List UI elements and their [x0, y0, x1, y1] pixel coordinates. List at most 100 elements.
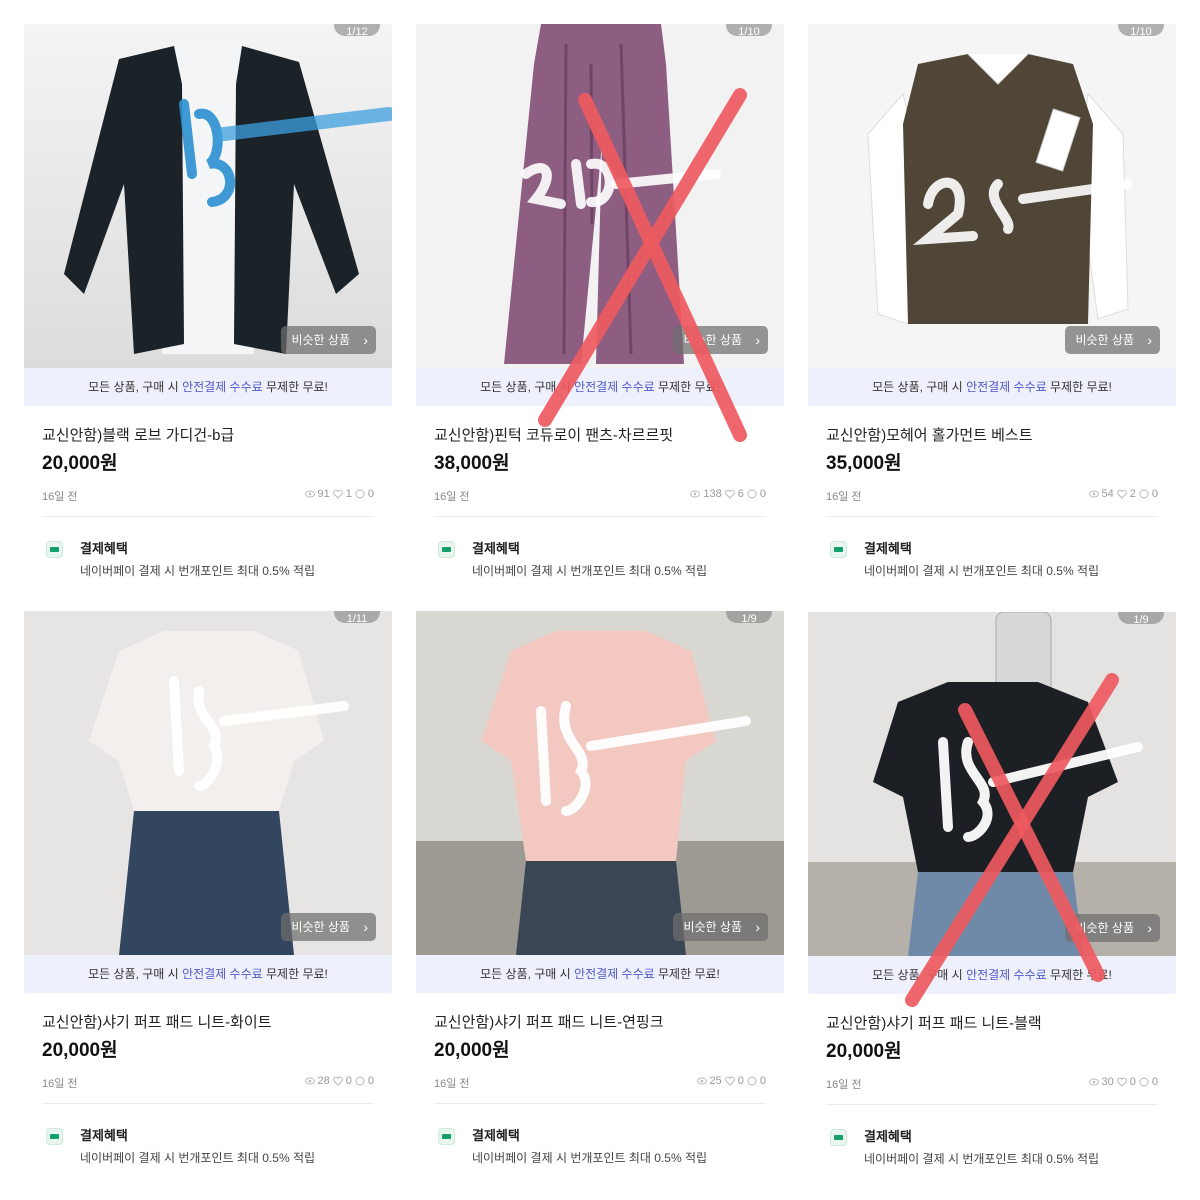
- chat-icon: [747, 489, 757, 499]
- similar-products-button[interactable]: 비슷한 상품 ›: [673, 326, 768, 354]
- divider: [42, 516, 374, 517]
- like-count: 0: [345, 1075, 352, 1087]
- product-stats: 28 0 0: [304, 1075, 374, 1087]
- product-image[interactable]: 1/9 비슷한 상품 ›: [416, 611, 784, 955]
- chevron-right-icon: ›: [1147, 332, 1152, 348]
- view-count: 25: [709, 1075, 722, 1087]
- similar-products-button[interactable]: 비슷한 상품 ›: [673, 913, 768, 941]
- eye-icon: [1088, 490, 1099, 498]
- product-title[interactable]: 교신안함)모헤어 홀가먼트 베스트: [826, 424, 1033, 445]
- benefit-title: 결제혜택: [472, 541, 520, 556]
- chat-icon: [1139, 489, 1149, 499]
- divider: [826, 1104, 1158, 1105]
- naver-pay-icon: [438, 1128, 455, 1145]
- safe-payment-banner: 모든 상품, 구매 시 안전결제 수수료 무제한 무료!: [24, 368, 392, 406]
- similar-products-button[interactable]: 비슷한 상품 ›: [1065, 914, 1160, 942]
- chat-icon: [747, 1076, 757, 1086]
- chevron-right-icon: ›: [1147, 920, 1152, 936]
- benefit-description: 네이버페이 결제 시 번개포인트 최대 0.5% 적립: [864, 1152, 1100, 1166]
- product-image[interactable]: 1/12 비슷한 상품 ›: [24, 24, 392, 368]
- promo-highlight: 안전결제 수수료: [574, 967, 655, 981]
- product-title[interactable]: 교신안함)샤기 퍼프 패드 니트-블랙: [826, 1012, 1042, 1033]
- product-card[interactable]: 1/11 비슷한 상품 › 모든 상품, 구매 시 안전결제 수수료 무제한 무료…: [24, 611, 392, 1186]
- product-image[interactable]: 1/9 비슷한 상품 ›: [808, 612, 1176, 956]
- chevron-right-icon: ›: [363, 919, 368, 935]
- benefit-description: 네이버페이 결제 시 번개포인트 최대 0.5% 적립: [80, 564, 316, 578]
- product-stats: 25 0 0: [696, 1075, 766, 1087]
- benefit-title: 결제혜택: [472, 1128, 520, 1143]
- chat-icon: [355, 1076, 365, 1086]
- view-count: 30: [1101, 1076, 1114, 1088]
- promo-text: 모든 상품, 구매 시: [480, 380, 575, 394]
- safe-payment-banner: 모든 상품, 구매 시 안전결제 수수료 무제한 무료!: [808, 368, 1176, 406]
- product-title[interactable]: 교신안함)샤기 퍼프 패드 니트-화이트: [42, 1011, 272, 1032]
- safe-payment-banner: 모든 상품, 구매 시 안전결제 수수료 무제한 무료!: [416, 368, 784, 406]
- similar-products-label: 비슷한 상품: [683, 333, 742, 347]
- view-count: 91: [317, 488, 330, 500]
- image-counter: 1/11: [334, 611, 380, 625]
- eye-icon: [690, 490, 701, 498]
- promo-highlight: 안전결제 수수료: [182, 380, 263, 394]
- divider: [42, 1103, 374, 1104]
- similar-products-button[interactable]: 비슷한 상품 ›: [281, 326, 376, 354]
- product-price: 20,000원: [434, 1040, 510, 1061]
- product-price: 20,000원: [42, 453, 118, 474]
- view-count: 138: [703, 488, 722, 500]
- promo-text-end: 무제한 무료!: [262, 380, 328, 394]
- product-image[interactable]: 1/10 비슷한 상품 ›: [808, 24, 1176, 368]
- safe-payment-banner: 모든 상품, 구매 시 안전결제 수수료 무제한 무료!: [808, 956, 1176, 994]
- product-title[interactable]: 교신안함)샤기 퍼프 패드 니트-연핑크: [434, 1011, 664, 1032]
- product-title[interactable]: 교신안함)블랙 로브 가디건-b급: [42, 424, 234, 445]
- product-image[interactable]: 1/11 비슷한 상품 ›: [24, 611, 392, 955]
- safe-payment-banner: 모든 상품, 구매 시 안전결제 수수료 무제한 무료!: [24, 955, 392, 993]
- naver-pay-icon: [438, 541, 455, 558]
- benefit-title: 결제혜택: [80, 541, 128, 556]
- promo-text-end: 무제한 무료!: [1046, 968, 1112, 982]
- posted-time: 16일 전: [42, 491, 78, 503]
- similar-products-button[interactable]: 비슷한 상품 ›: [281, 913, 376, 941]
- promo-text-end: 무제한 무료!: [1046, 380, 1112, 394]
- chat-icon: [1139, 1077, 1149, 1087]
- product-stats: 54 2 0: [1088, 488, 1158, 500]
- product-price: 35,000원: [826, 453, 902, 474]
- heart-icon: [724, 1076, 735, 1086]
- product-card[interactable]: 1/12 비슷한 상품 › 모든 상품, 구매 시 안전결제 수수료 무제한 무료…: [24, 24, 392, 599]
- chat-count: 0: [367, 1075, 374, 1087]
- like-count: 2: [1129, 488, 1136, 500]
- posted-time: 16일 전: [826, 1079, 862, 1091]
- promo-text: 모든 상품, 구매 시: [88, 967, 183, 981]
- similar-products-button[interactable]: 비슷한 상품 ›: [1065, 326, 1160, 354]
- chevron-right-icon: ›: [755, 919, 760, 935]
- product-card[interactable]: 1/10 비슷한 상품 › 모든 상품, 구매 시 안전결제 수수료 무제한 무료…: [416, 24, 784, 599]
- benefit-description: 네이버페이 결제 시 번개포인트 최대 0.5% 적립: [472, 1151, 708, 1165]
- product-stats: 91 1 0: [304, 488, 374, 500]
- promo-highlight: 안전결제 수수료: [182, 967, 263, 981]
- product-card[interactable]: 1/10 비슷한 상품 › 모든 상품, 구매 시 안전결제 수수료 무제한 무료…: [808, 24, 1176, 599]
- promo-text-end: 무제한 무료!: [262, 967, 328, 981]
- divider: [434, 1103, 766, 1104]
- similar-products-label: 비슷한 상품: [1075, 333, 1134, 347]
- product-title[interactable]: 교신안함)핀턱 코듀로이 팬츠-차르르핏: [434, 424, 673, 445]
- naver-pay-icon: [46, 1128, 63, 1145]
- image-counter: 1/9: [1118, 612, 1164, 626]
- chat-count: 0: [759, 488, 766, 500]
- safe-payment-banner: 모든 상품, 구매 시 안전결제 수수료 무제한 무료!: [416, 955, 784, 993]
- posted-time: 16일 전: [434, 1078, 470, 1090]
- similar-products-label: 비슷한 상품: [683, 920, 742, 934]
- image-counter: 1/10: [1118, 24, 1164, 38]
- promo-highlight: 안전결제 수수료: [966, 968, 1047, 982]
- chat-count: 0: [759, 1075, 766, 1087]
- similar-products-label: 비슷한 상품: [1075, 921, 1134, 935]
- image-counter: 1/9: [726, 611, 772, 625]
- product-card[interactable]: 1/9 비슷한 상품 › 모든 상품, 구매 시 안전결제 수수료 무제한 무료!…: [808, 612, 1176, 1187]
- product-card[interactable]: 1/9 비슷한 상품 › 모든 상품, 구매 시 안전결제 수수료 무제한 무료!…: [416, 611, 784, 1186]
- naver-pay-icon: [830, 541, 847, 558]
- benefit-title: 결제혜택: [864, 1129, 912, 1144]
- chevron-right-icon: ›: [755, 332, 760, 348]
- product-image[interactable]: 1/10 비슷한 상품 ›: [416, 24, 784, 368]
- like-count: 6: [737, 488, 744, 500]
- promo-text-end: 무제한 무료!: [654, 967, 720, 981]
- chevron-right-icon: ›: [363, 332, 368, 348]
- promo-text: 모든 상품, 구매 시: [872, 968, 967, 982]
- product-stats: 30 0 0: [1088, 1076, 1158, 1088]
